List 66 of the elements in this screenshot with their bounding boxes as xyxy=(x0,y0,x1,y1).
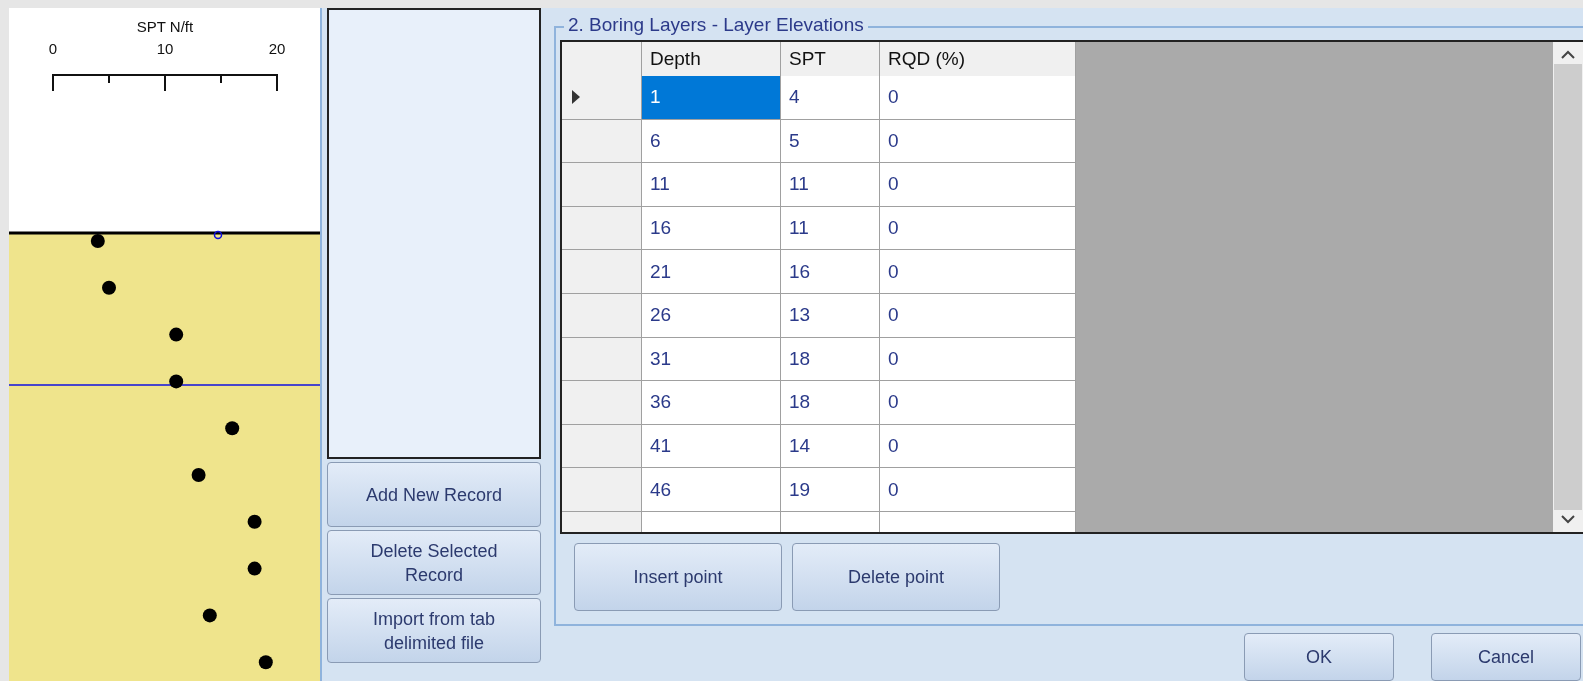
table-cell[interactable]: 26 xyxy=(642,293,781,338)
scroll-down-icon[interactable] xyxy=(1561,514,1575,524)
record-button[interactable]: Add New Record xyxy=(327,462,541,527)
table-cell[interactable]: 46 xyxy=(642,468,781,512)
table-cell[interactable]: 6 xyxy=(642,119,781,164)
tick-label: 10 xyxy=(156,40,174,57)
grid-button[interactable]: Delete point xyxy=(792,543,1000,611)
table-cell[interactable]: 0 xyxy=(880,337,1076,382)
scroll-up-icon[interactable] xyxy=(1561,50,1575,60)
table-cell[interactable]: 16 xyxy=(781,250,880,294)
tick-label: 0 xyxy=(48,40,58,57)
record-button[interactable]: Delete Selected Record xyxy=(327,530,541,595)
data-point xyxy=(202,608,217,623)
data-point xyxy=(247,514,262,529)
table-cell[interactable]: 0 xyxy=(880,206,1076,251)
table-cell[interactable]: 11 xyxy=(642,163,781,207)
marker-icon xyxy=(213,230,223,240)
table-cell[interactable]: 11 xyxy=(781,206,880,251)
table-cell[interactable]: 0 xyxy=(880,468,1076,512)
record-list[interactable] xyxy=(327,8,541,459)
table-cell[interactable]: 21 xyxy=(642,250,781,294)
table-cell[interactable]: 0 xyxy=(880,293,1076,338)
table-cell[interactable]: 41 xyxy=(642,424,781,469)
dialog-button[interactable]: OK xyxy=(1244,633,1394,681)
row-header[interactable] xyxy=(562,76,642,120)
data-point xyxy=(247,561,262,576)
row-header[interactable] xyxy=(562,293,642,338)
row-header[interactable] xyxy=(562,119,642,164)
data-point xyxy=(225,421,240,436)
table-cell[interactable]: 4 xyxy=(781,76,880,120)
row-header[interactable] xyxy=(562,163,642,207)
table-cell[interactable]: 31 xyxy=(642,337,781,382)
data-point xyxy=(191,468,206,482)
scrollbar[interactable] xyxy=(1553,42,1583,532)
table-cell[interactable]: 11 xyxy=(781,163,880,207)
table-cell[interactable]: 19 xyxy=(781,468,880,512)
data-point xyxy=(169,327,184,342)
table-cell[interactable]: 0 xyxy=(880,163,1076,207)
table-cell[interactable]: 1 xyxy=(642,76,781,120)
data-point xyxy=(258,655,273,670)
table-cell[interactable]: 0 xyxy=(880,424,1076,469)
table-cell[interactable]: 36 xyxy=(642,381,781,425)
table-cell[interactable]: 14 xyxy=(781,424,880,469)
row-header[interactable] xyxy=(562,381,642,425)
table-cell[interactable]: 0 xyxy=(880,381,1076,425)
table-cell[interactable]: 13 xyxy=(781,293,880,338)
row-header[interactable] xyxy=(562,250,642,294)
table-cell[interactable]: 0 xyxy=(880,250,1076,294)
row-header[interactable] xyxy=(562,468,642,512)
axis-title: SPT N/ft xyxy=(136,18,194,35)
dialog-button[interactable]: Cancel xyxy=(1431,633,1581,681)
data-point xyxy=(102,280,116,295)
record-button[interactable]: Import from tab delimited file xyxy=(327,598,541,663)
row-header[interactable] xyxy=(562,337,642,382)
table-cell[interactable]: 16 xyxy=(642,206,781,251)
table-cell[interactable]: 0 xyxy=(880,119,1076,164)
grid-button[interactable]: Insert point xyxy=(574,543,782,611)
table-cell[interactable]: 0 xyxy=(880,76,1076,120)
tick-label: 20 xyxy=(268,40,286,57)
row-header[interactable] xyxy=(562,206,642,251)
table-cell[interactable]: 18 xyxy=(781,337,880,382)
table-cell[interactable]: 5 xyxy=(781,119,880,164)
row-header[interactable] xyxy=(562,424,642,469)
table-cell[interactable]: 18 xyxy=(781,381,880,425)
data-point xyxy=(90,234,105,248)
data-point xyxy=(169,374,184,389)
